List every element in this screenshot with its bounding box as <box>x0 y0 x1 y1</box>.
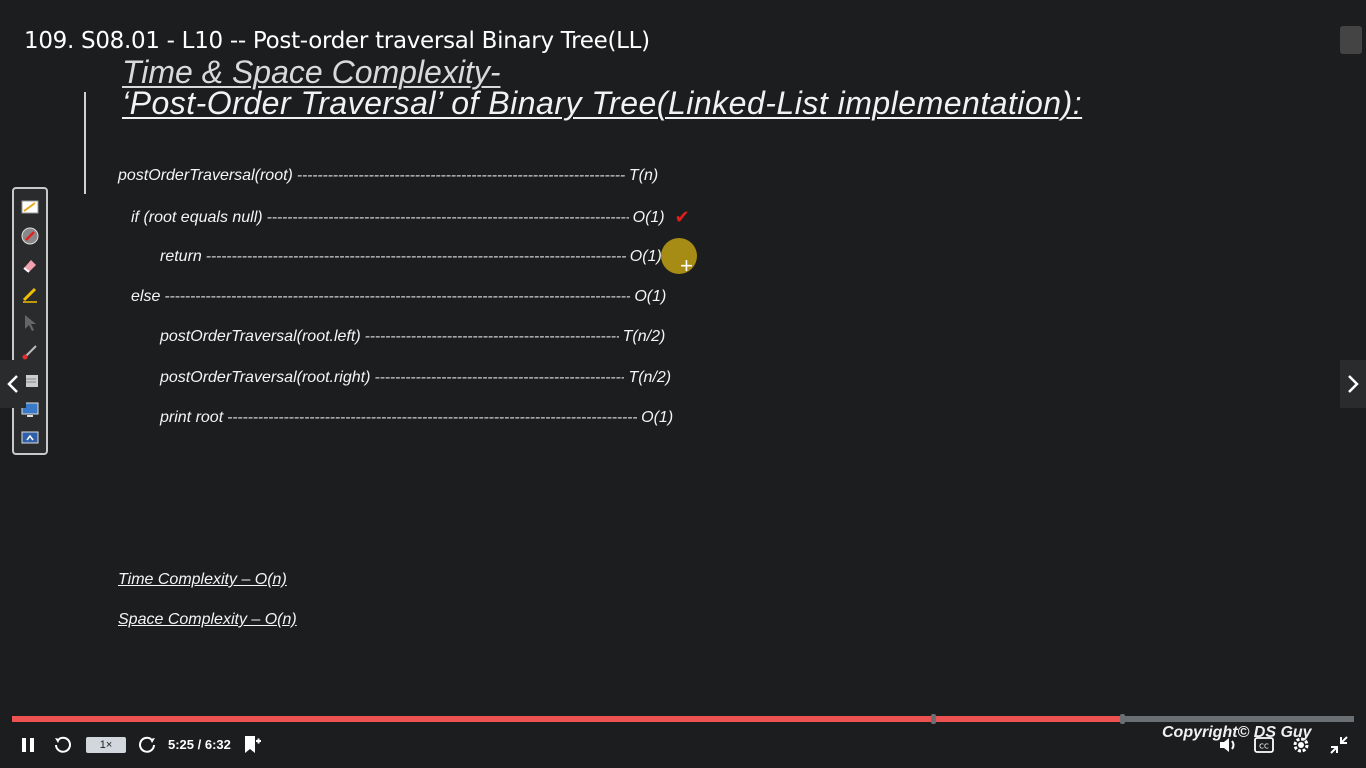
chevron-right-icon <box>1348 375 1359 393</box>
pause-icon <box>22 738 34 752</box>
complexity-label: O(1) <box>634 288 667 305</box>
progress-scrubber[interactable] <box>1119 714 1125 724</box>
dash-leader: ----------------------------------------… <box>266 208 629 226</box>
time-display: 5:25 / 6:32 <box>168 737 231 752</box>
complexity-label: O(1) <box>632 208 665 226</box>
crosshair-cursor-icon: + <box>680 253 693 278</box>
slide-vertical-bar <box>84 92 86 194</box>
add-bookmark-icon <box>245 736 261 753</box>
dash-leader: ----------------------------------------… <box>296 167 625 184</box>
svg-text:CC: CC <box>1259 743 1269 751</box>
dash-leader: ----------------------------------------… <box>364 328 619 345</box>
code-text: else <box>131 288 161 305</box>
playback-speed-button[interactable]: 1× <box>86 737 126 753</box>
screen-share-icon[interactable] <box>19 427 41 450</box>
pen-icon[interactable] <box>19 282 41 305</box>
copyright-watermark: Copyright© DS Guy <box>1162 724 1312 741</box>
chevron-left-icon <box>7 375 18 393</box>
complexity-label: O(1) <box>629 248 662 265</box>
eraser-icon[interactable] <box>19 253 41 276</box>
complexity-label: T(n/2) <box>628 369 672 386</box>
bookmark-marker[interactable] <box>930 714 936 724</box>
space-complexity-summary: Space Complexity – O(n) <box>118 611 297 628</box>
code-text: print root <box>160 409 224 426</box>
next-lecture-button[interactable] <box>1340 360 1366 408</box>
code-line: postOrderTraversal(root) ---------------… <box>118 167 658 185</box>
code-line: return ---------------------------------… <box>160 248 662 266</box>
video-title: 109. S08.01 - L10 -- Post-order traversa… <box>24 28 650 54</box>
code-text: return <box>160 248 202 265</box>
code-line: else -----------------------------------… <box>131 288 666 306</box>
complexity-label: T(n) <box>628 167 659 184</box>
code-text: postOrderTraversal(root) <box>118 167 293 184</box>
add-bookmark-button[interactable] <box>240 728 264 762</box>
corner-thumbnail-button[interactable] <box>1340 26 1362 54</box>
rewind-button[interactable] <box>50 728 76 762</box>
video-progress-bar[interactable] <box>12 714 1354 724</box>
slide-heading-line2: ‘Post-Order Traversal’ of Binary Tree(Li… <box>122 85 1083 121</box>
pause-button[interactable] <box>14 728 42 762</box>
dash-leader: ----------------------------------------… <box>227 409 638 426</box>
rewind-icon <box>55 736 71 753</box>
code-line: if (root equals null) ------------------… <box>131 207 690 228</box>
exit-fullscreen-icon <box>1330 736 1348 754</box>
code-text: postOrderTraversal(root.right) <box>160 369 371 386</box>
dash-leader: ----------------------------------------… <box>164 288 630 305</box>
time-complexity-summary: Time Complexity – O(n) <box>118 571 287 588</box>
code-line: postOrderTraversal(root.left) ----------… <box>160 328 665 346</box>
laser-pointer-icon[interactable] <box>19 224 41 247</box>
code-text: postOrderTraversal(root.left) <box>160 328 361 345</box>
highlighter-icon[interactable] <box>19 195 41 218</box>
check-mark-icon: ✔ <box>674 207 690 227</box>
pointer-icon[interactable] <box>19 311 41 334</box>
forward-icon <box>139 736 155 753</box>
progress-fill <box>12 716 1122 722</box>
code-text: if (root equals null) <box>131 208 263 226</box>
complexity-label: O(1) <box>641 409 674 426</box>
exit-fullscreen-button[interactable] <box>1326 728 1352 762</box>
complexity-label: T(n/2) <box>622 328 666 345</box>
dash-leader: ----------------------------------------… <box>374 369 625 386</box>
previous-lecture-button[interactable] <box>0 360 26 408</box>
annotation-toolbar <box>12 187 48 455</box>
forward-button[interactable] <box>134 728 160 762</box>
code-line: postOrderTraversal(root.right) ---------… <box>160 369 671 387</box>
dash-leader: ----------------------------------------… <box>205 248 626 265</box>
code-line: print root -----------------------------… <box>160 409 673 427</box>
